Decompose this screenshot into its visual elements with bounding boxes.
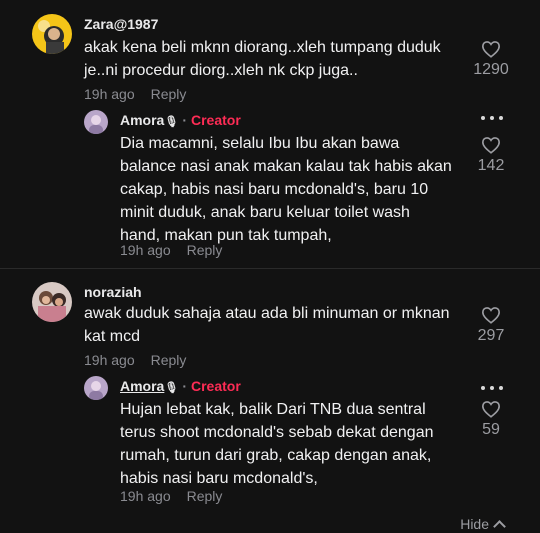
reply-button[interactable]: Reply (187, 488, 223, 504)
microphone-icon: 🎙 (164, 116, 179, 128)
like-count: 1290 (473, 61, 509, 78)
creator-badge: Creator (191, 112, 241, 128)
comment-username[interactable]: noraziah (84, 284, 142, 300)
comment-text: akak kena beli mknn diorang..xleh tumpan… (84, 39, 441, 79)
like-count: 142 (477, 157, 505, 174)
heart-icon (481, 401, 501, 418)
reply-username-text[interactable]: Amora (120, 378, 164, 394)
comment-thread-1: Zara@1987 akak kena beli mknn diorang..x… (0, 0, 540, 264)
heart-icon (481, 307, 501, 324)
reply-username[interactable]: Amora🎙 · Creator (120, 378, 241, 394)
like-count: 59 (482, 421, 500, 438)
divider (0, 268, 540, 269)
comment-thread-2: noraziah awak duduk sahaja atau ada bli … (0, 270, 540, 533)
creator-badge: Creator (191, 378, 241, 394)
reply-button[interactable]: Reply (151, 86, 187, 102)
comment-time: 19h ago (84, 86, 135, 102)
hide-label[interactable]: Hide (460, 516, 489, 532)
reply-meta: 19h ago Reply (120, 242, 222, 258)
microphone-icon: 🎙 (164, 382, 179, 394)
hide-replies-button[interactable]: Hide (460, 516, 506, 533)
reply-username[interactable]: Amora🎙 · Creator (120, 112, 241, 128)
comment-username[interactable]: Zara@1987 (84, 16, 158, 32)
like-button[interactable]: 297 (466, 306, 516, 345)
reply-text: Hujan lebat kak, balik Dari TNB dua sent… (120, 401, 434, 487)
dot-separator: · (182, 112, 187, 128)
comment-time: 19h ago (84, 352, 135, 368)
like-count: 297 (477, 327, 505, 344)
comment-meta: 19h ago Reply (84, 352, 186, 368)
heart-icon (481, 41, 501, 58)
comment-meta: 19h ago Reply (84, 86, 186, 102)
like-button[interactable]: 59 (466, 400, 516, 439)
more-options-icon[interactable] (481, 114, 503, 122)
avatar[interactable] (32, 282, 72, 322)
reply-time: 19h ago (120, 488, 171, 504)
like-button[interactable]: 1290 (466, 40, 516, 79)
reply-button[interactable]: Reply (151, 352, 187, 368)
reply-avatar[interactable] (84, 376, 108, 400)
dot-separator: · (182, 378, 187, 394)
reply-username-text[interactable]: Amora (120, 112, 164, 128)
heart-icon (481, 137, 501, 154)
comment-text: awak duduk sahaja atau ada bli minuman o… (84, 305, 450, 345)
more-options-icon[interactable] (481, 384, 503, 392)
like-button[interactable]: 142 (466, 136, 516, 175)
reply-time: 19h ago (120, 242, 171, 258)
reply-meta: 19h ago Reply (120, 488, 222, 504)
avatar[interactable] (32, 14, 72, 54)
reply-text: Dia macamni, selalu Ibu Ibu akan bawa ba… (120, 135, 452, 244)
chevron-up-icon (493, 520, 506, 533)
reply-avatar[interactable] (84, 110, 108, 134)
reply-button[interactable]: Reply (187, 242, 223, 258)
